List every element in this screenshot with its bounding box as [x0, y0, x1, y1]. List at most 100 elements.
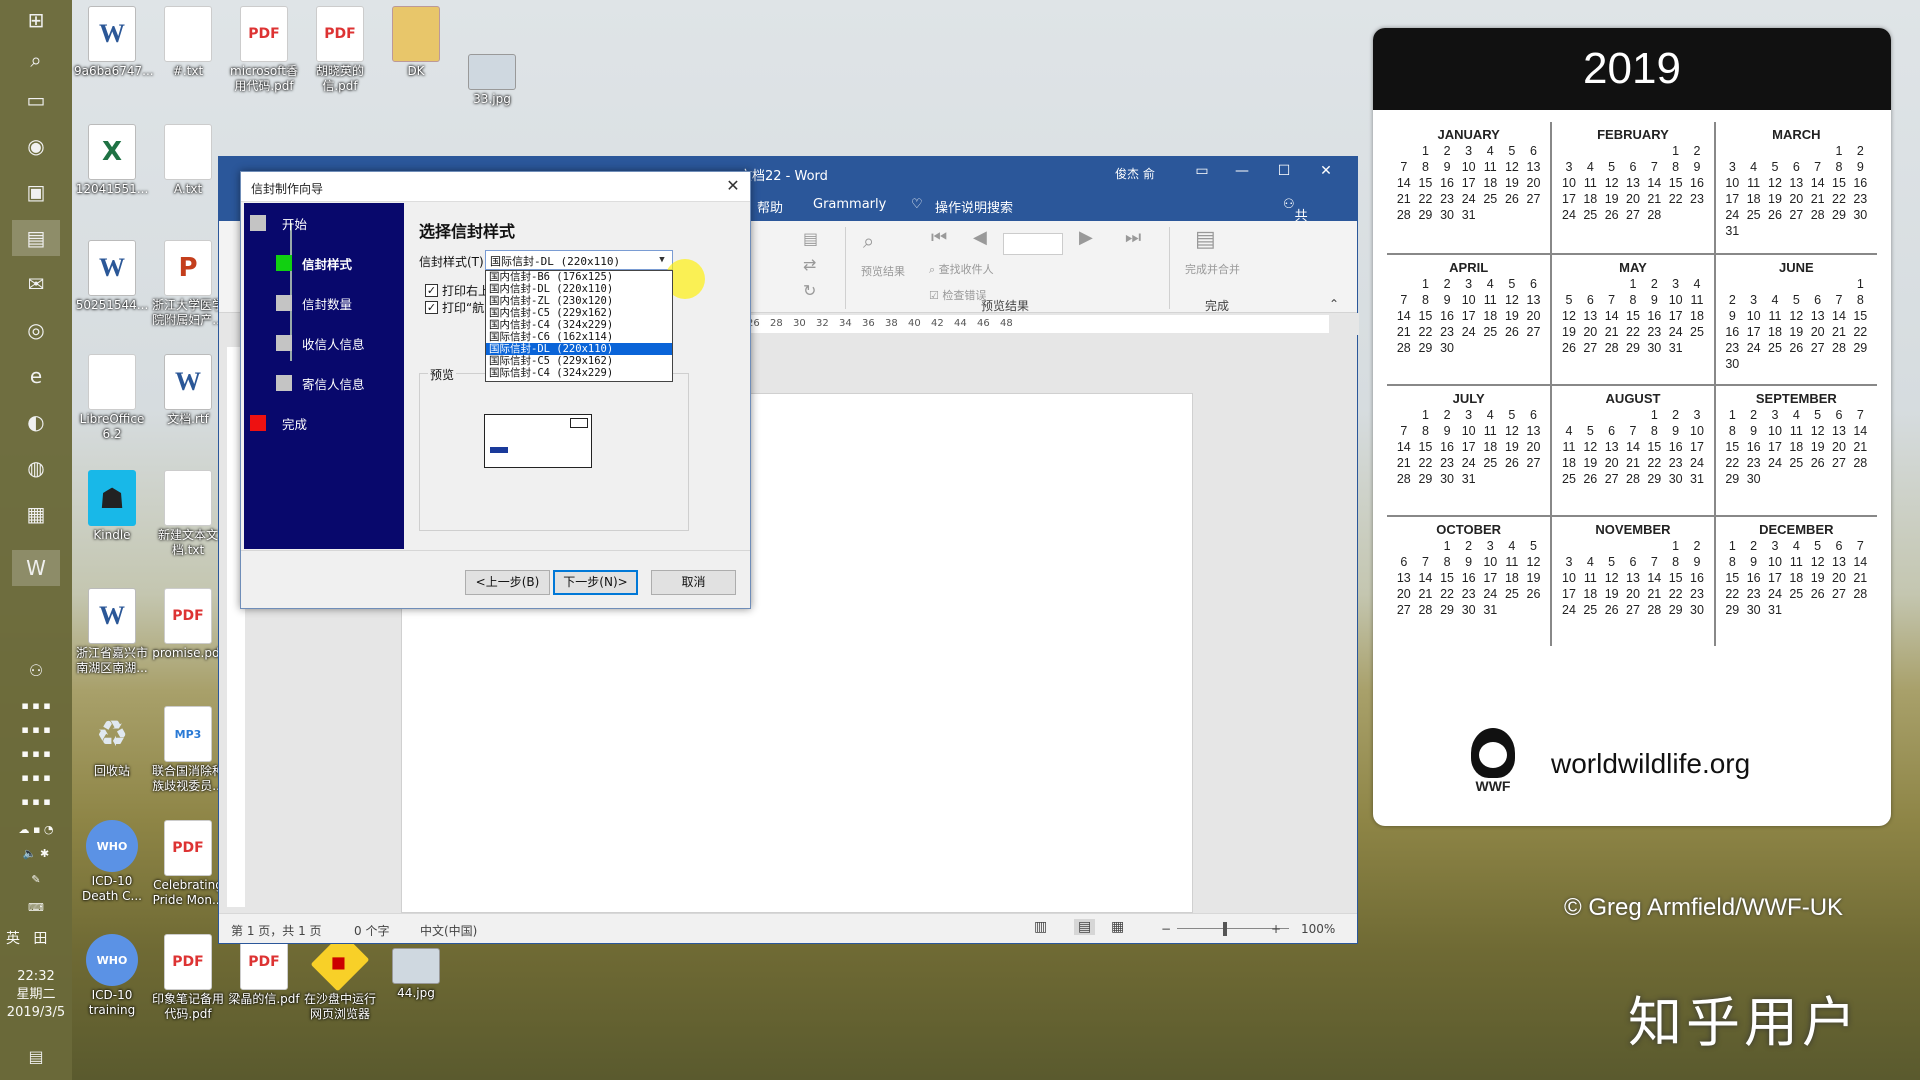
maximize-icon[interactable]: ☐ [1269, 163, 1299, 179]
check-errors-button[interactable]: ☑ 检查错误 [929, 287, 986, 303]
desktop-icon[interactable]: PDF 印象笔记备用代码.pdf [150, 934, 226, 1022]
outlook-icon[interactable]: ◎ [12, 312, 60, 348]
read-mode-icon[interactable]: ▥ [1034, 919, 1047, 935]
tray-icons-row3[interactable]: ▪ ▪ ▪ [4, 744, 68, 762]
people-icon[interactable]: ⚇ [12, 652, 60, 688]
first-record-icon[interactable]: ⏮ [931, 227, 947, 248]
desktop-icon[interactable]: 33.jpg [454, 40, 530, 107]
envelope-style-select[interactable]: 国际信封-DL (220x110) ▼ [485, 250, 673, 270]
desktop-icon[interactable]: 50251544... [74, 240, 150, 313]
desktop-icon[interactable]: PDF 梁晶的信.pdf [226, 934, 302, 1007]
desktop-icon[interactable]: 9a6ba6747... [74, 6, 154, 79]
desktop-icon[interactable]: MP3 联合国消除种族歧视委员... [150, 706, 226, 794]
chrome-icon[interactable]: ◍ [12, 450, 60, 486]
zoom-level[interactable]: 100% [1301, 922, 1335, 936]
input-method[interactable]: 英 田 [6, 928, 47, 948]
tab-help[interactable]: 帮助 [757, 197, 783, 216]
tray-icons-row1[interactable]: ▪ ▪ ▪ [4, 696, 68, 714]
desktop-icon[interactable]: PDF 胡晓英的信.pdf [302, 6, 378, 94]
back-button[interactable]: <上一步(B) [465, 570, 550, 595]
clock[interactable]: 22:32 星期二 2019/3/5 [0, 968, 72, 1022]
desktop-icon[interactable]: PDF promise.pdf [150, 588, 226, 661]
minimize-icon[interactable]: — [1227, 163, 1257, 179]
envelope-style-dropdown[interactable]: 国内信封-B6 (176x125) 国内信封-DL (220x110) 国内信封-Z… [485, 270, 673, 382]
dropdown-option[interactable]: 国内信封-ZL (230x120) [486, 295, 672, 307]
search-icon[interactable]: ⌕ [12, 42, 60, 78]
desktop-icon[interactable]: 新建文本文档.txt [150, 470, 226, 558]
record-number-input[interactable] [1003, 233, 1063, 255]
zoom-slider-thumb[interactable] [1223, 922, 1227, 936]
desktop-icon[interactable]: #.txt [150, 6, 226, 79]
file-explorer-icon[interactable]: ▤ [12, 220, 60, 256]
browser-icon[interactable]: ◉ [12, 128, 60, 164]
dropdown-option[interactable]: 国际信封-C6 (162x114) [486, 331, 672, 343]
cancel-button[interactable]: 取消 [651, 570, 736, 595]
desktop-icon[interactable]: ◆ 在沙盘中运行网页浏览器 [302, 932, 378, 1022]
next-record-icon[interactable]: ▶ [1079, 227, 1093, 248]
status-language[interactable]: 中文(中国) [420, 922, 477, 939]
dropdown-option[interactable]: 国际信封-C4 (324x229) [486, 367, 672, 379]
desktop-icon[interactable]: PDF microsoft香用代码.pdf [226, 6, 302, 94]
match-fields-icon[interactable]: ⇄ [803, 255, 816, 274]
update-labels-icon[interactable]: ↻ [803, 281, 816, 300]
desktop-icon[interactable]: WHO ICD-10 training [74, 934, 150, 1018]
zoom-in-icon[interactable]: + [1271, 922, 1281, 936]
wizard-close-icon[interactable]: ✕ [722, 176, 744, 196]
tab-grammarly[interactable]: Grammarly [813, 197, 886, 212]
desktop-icon[interactable]: WHO ICD-10 Death C... [74, 820, 150, 904]
collapse-ribbon-icon[interactable]: ⌃ [1329, 297, 1339, 311]
dropdown-option[interactable]: 国际信封-DL (220x110) [486, 343, 672, 355]
desktop-icon[interactable]: 文档.rtf [150, 354, 226, 427]
dropdown-option[interactable]: 国际信封-C5 (229x162) [486, 355, 672, 367]
photos-icon[interactable]: ▣ [12, 174, 60, 210]
desktop-icon[interactable]: P 浙江大学医学院附属妇产... [150, 240, 226, 328]
pen-icon[interactable]: ✎ [4, 870, 68, 888]
desktop-icon[interactable]: 44.jpg [378, 934, 454, 1001]
word-taskbar-icon[interactable]: W [12, 550, 60, 586]
notification-icon[interactable]: ▤ [12, 1038, 60, 1074]
task-view-icon[interactable]: ▭ [12, 82, 60, 118]
tell-me-search[interactable]: 操作说明搜索 [935, 197, 1013, 216]
last-record-icon[interactable]: ⏭ [1125, 227, 1141, 248]
status-words[interactable]: 0 个字 [354, 922, 389, 939]
preview-results-button[interactable]: 预览结果 [861, 263, 905, 279]
previous-record-icon[interactable]: ◀ [973, 227, 987, 248]
desktop-icon[interactable]: DK [378, 6, 454, 79]
web-layout-icon[interactable]: ▦ [1111, 919, 1124, 935]
remote-desktop-icon[interactable]: ▦ [12, 496, 60, 532]
desktop-icon[interactable]: PDF Celebrating Pride Mon... [150, 820, 226, 908]
desktop-icon[interactable]: LibreOffice 6.2 [74, 354, 150, 442]
desktop-icon[interactable]: ♻ 回收站 [74, 706, 150, 779]
find-recipient-button[interactable]: ⌕ 查找收件人 [929, 261, 994, 277]
status-page[interactable]: 第 1 页，共 1 页 [231, 922, 322, 939]
word-user[interactable]: 俊杰 俞 [1115, 165, 1155, 182]
desktop-icon[interactable]: A.txt [150, 124, 226, 197]
rules-icon[interactable]: ▤ [803, 229, 818, 248]
tray-icons-row5[interactable]: ▪ ▪ ▪ [4, 792, 68, 810]
ribbon-display-icon[interactable]: ▭ [1187, 163, 1217, 179]
desktop-icon[interactable]: ☗ Kindle [74, 470, 150, 543]
chevron-down-icon[interactable]: ▼ [654, 251, 670, 269]
keyboard-icon[interactable]: ⌨ [4, 898, 68, 916]
tray-icons-row4[interactable]: ▪ ▪ ▪ [4, 768, 68, 786]
edge-icon[interactable]: e [12, 358, 60, 394]
tray-icons-row6[interactable]: ☁ ▪ ◔ [4, 820, 68, 838]
desktop-icon[interactable]: 浙江省嘉兴市南湖区南湖... [74, 588, 150, 676]
calendar-day: 19 [1504, 440, 1519, 454]
tray-icons-row2[interactable]: ▪ ▪ ▪ [4, 720, 68, 738]
dropdown-option[interactable]: 国内信封-B6 (176x125) [486, 271, 672, 283]
dropdown-option[interactable]: 国内信封-C4 (324x229) [486, 319, 672, 331]
mail-icon[interactable]: ✉ [12, 266, 60, 302]
print-layout-icon[interactable]: ▤ [1074, 919, 1096, 935]
close-icon[interactable]: ✕ [1311, 163, 1341, 179]
finish-merge-button[interactable]: 完成并合并 [1185, 261, 1240, 277]
volume-icon[interactable]: 🔈 ✱ [4, 844, 68, 862]
dropdown-option[interactable]: 国内信封-DL (220x110) [486, 283, 672, 295]
start-icon[interactable]: ⊞ [12, 2, 60, 38]
next-button[interactable]: 下一步(N)> [553, 570, 638, 595]
share-button[interactable]: ⚇ 共享 [1283, 197, 1308, 243]
desktop-icon[interactable]: X 12041551... [74, 124, 150, 197]
zoom-out-icon[interactable]: − [1161, 922, 1171, 936]
firefox-icon[interactable]: ◐ [12, 404, 60, 440]
dropdown-option[interactable]: 国内信封-C5 (229x162) [486, 307, 672, 319]
